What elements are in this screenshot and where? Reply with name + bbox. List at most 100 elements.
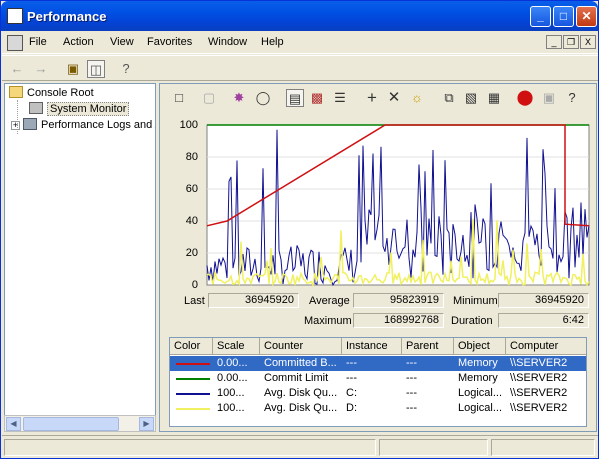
scroll-thumb[interactable] — [23, 417, 119, 431]
minimize-button[interactable]: _ — [530, 6, 551, 27]
tree-node-performance-logs[interactable]: +Performance Logs and Alerts — [11, 118, 155, 134]
col-scale[interactable]: Scale — [213, 338, 260, 355]
menu-action[interactable]: Action — [63, 36, 94, 48]
expand-plus-icon[interactable]: + — [11, 121, 20, 130]
status-bar — [2, 435, 598, 457]
maximum-value: 168992768 — [353, 313, 444, 328]
menu-window[interactable]: Window — [208, 36, 247, 48]
graph-canvas — [206, 124, 590, 288]
show-hide-tree-icon[interactable]: ◫ — [87, 60, 105, 78]
forward-arrow-icon[interactable]: → — [32, 60, 50, 78]
copy-properties-icon[interactable]: ⧉ — [440, 89, 458, 107]
col-parent[interactable]: Parent — [402, 338, 454, 355]
mdi-close-button[interactable]: X — [580, 35, 596, 49]
graph-toolbar: □ ▢ ✸ ◯ ▤ ▩ ☰ + ✕ ☼ ⧉ ▧ ▦ ⬤ ▣ ? — [160, 84, 596, 112]
performance-graph: 100 80 60 40 20 0 — [160, 114, 596, 291]
legend-cell-scale: 100... — [217, 402, 245, 414]
mdi-minimize-button[interactable]: _ — [546, 35, 562, 49]
last-value: 36945920 — [208, 293, 299, 308]
tree-horizontal-scrollbar[interactable]: ◀ ▶ — [4, 415, 156, 432]
legend-cell-counter: Commit Limit — [264, 372, 329, 384]
close-button[interactable]: ✕ — [576, 6, 597, 27]
view-current-activity-icon[interactable]: ✸ — [230, 89, 248, 107]
view-log-data-icon[interactable]: ◯ — [254, 89, 272, 107]
title-bar[interactable]: Performance _ □ ✕ — [1, 1, 598, 31]
view-histogram-icon[interactable]: ▩ — [308, 89, 326, 107]
folder-icon — [9, 86, 23, 98]
legend-cell-computer: \\SERVER2 — [510, 387, 568, 399]
legend-cell-counter: Avg. Disk Qu... — [264, 402, 338, 414]
scroll-left-icon[interactable]: ◀ — [6, 417, 21, 431]
paste-counter-list-icon[interactable]: ▧ — [462, 89, 480, 107]
console-menu-icon[interactable] — [7, 35, 23, 51]
legend-header: Color Scale Counter Instance Parent Obje… — [170, 338, 586, 355]
performance-window: Performance _ □ ✕ File Action View Favor… — [0, 0, 599, 459]
legend-cell-counter: Avg. Disk Qu... — [264, 387, 338, 399]
legend-color-swatch — [176, 378, 210, 380]
maximize-button[interactable]: □ — [553, 6, 574, 27]
legend-cell-scale: 100... — [217, 387, 245, 399]
help-icon[interactable]: ? — [117, 60, 135, 78]
scroll-right-icon[interactable]: ▶ — [139, 417, 154, 431]
legend-cell-scale: 0.00... — [217, 357, 248, 369]
average-label: Average — [309, 295, 350, 307]
legend-cell-scale: 0.00... — [217, 372, 248, 384]
mdi-restore-button[interactable]: ❐ — [563, 35, 579, 49]
legend-cell-object: Logical... — [458, 387, 503, 399]
menu-help[interactable]: Help — [261, 36, 284, 48]
system-monitor-pane: □ ▢ ✸ ◯ ▤ ▩ ☰ + ✕ ☼ ⧉ ▧ ▦ ⬤ ▣ ? 100 80 6… — [159, 83, 597, 432]
legend-cell-instance: --- — [346, 372, 357, 384]
menu-favorites[interactable]: Favorites — [147, 36, 192, 48]
legend-cell-object: Logical... — [458, 402, 503, 414]
clear-display-icon[interactable]: ▢ — [200, 89, 218, 107]
last-label: Last — [184, 295, 205, 307]
system-monitor-icon — [29, 102, 43, 114]
up-folder-icon[interactable]: ▣ — [64, 60, 82, 78]
view-report-icon[interactable]: ☰ — [331, 89, 349, 107]
legend-row[interactable]: 0.00... Committed B... --- --- Memory \\SERVE… — [170, 356, 586, 371]
update-data-icon[interactable]: ▣ — [540, 89, 558, 107]
col-computer[interactable]: Computer — [506, 338, 586, 355]
col-counter[interactable]: Counter — [260, 338, 342, 355]
status-panel-3 — [491, 439, 595, 456]
legend-cell-object: Memory — [458, 372, 498, 384]
legend-cell-counter: Committed B... — [264, 357, 337, 369]
new-counter-set-icon[interactable]: □ — [170, 89, 188, 107]
legend-cell-parent: --- — [406, 387, 417, 399]
legend-row[interactable]: 0.00... Commit Limit --- --- Memory \\SERVER2 — [170, 371, 586, 386]
col-object[interactable]: Object — [454, 338, 506, 355]
maximum-label: Maximum — [304, 315, 352, 327]
legend-cell-object: Memory — [458, 357, 498, 369]
tree-node-console-root[interactable]: Console Root — [9, 86, 94, 102]
delete-counter-icon[interactable]: ✕ — [385, 89, 403, 107]
performance-app-icon — [7, 8, 23, 24]
freeze-display-icon[interactable]: ⬤ — [516, 89, 534, 107]
duration-value: 6:42 — [498, 313, 589, 328]
status-panel-main — [4, 439, 376, 456]
highlight-icon[interactable]: ☼ — [408, 89, 426, 107]
add-counter-icon[interactable]: + — [363, 89, 381, 107]
back-arrow-icon[interactable]: ← — [8, 60, 26, 78]
status-panel-2 — [379, 439, 488, 456]
tree-node-system-monitor[interactable]: System Monitor — [29, 102, 130, 118]
legend-cell-instance: D: — [346, 402, 357, 414]
menu-view[interactable]: View — [110, 36, 134, 48]
average-value: 95823919 — [353, 293, 444, 308]
view-graph-icon[interactable]: ▤ — [286, 89, 304, 107]
performance-logs-icon — [23, 118, 37, 130]
minimum-label: Minimum — [453, 295, 498, 307]
minimum-value: 36945920 — [498, 293, 589, 308]
legend-color-swatch — [176, 393, 210, 395]
col-instance[interactable]: Instance — [342, 338, 402, 355]
legend-color-swatch — [176, 408, 210, 410]
graph-help-icon[interactable]: ? — [563, 89, 581, 107]
legend-cell-instance: C: — [346, 387, 357, 399]
legend-cell-computer: \\SERVER2 — [510, 372, 568, 384]
properties-icon[interactable]: ▦ — [485, 89, 503, 107]
menu-file[interactable]: File — [29, 36, 47, 48]
main-toolbar: ← → ▣ ◫ ? — [2, 55, 598, 81]
legend-row[interactable]: 100... Avg. Disk Qu... D: --- Logical... \\SE… — [170, 401, 586, 416]
console-tree: Console Root System Monitor + Performance… — [4, 83, 156, 432]
col-color[interactable]: Color — [170, 338, 213, 355]
legend-row[interactable]: 100... Avg. Disk Qu... C: --- Logical... \\SE… — [170, 386, 586, 401]
